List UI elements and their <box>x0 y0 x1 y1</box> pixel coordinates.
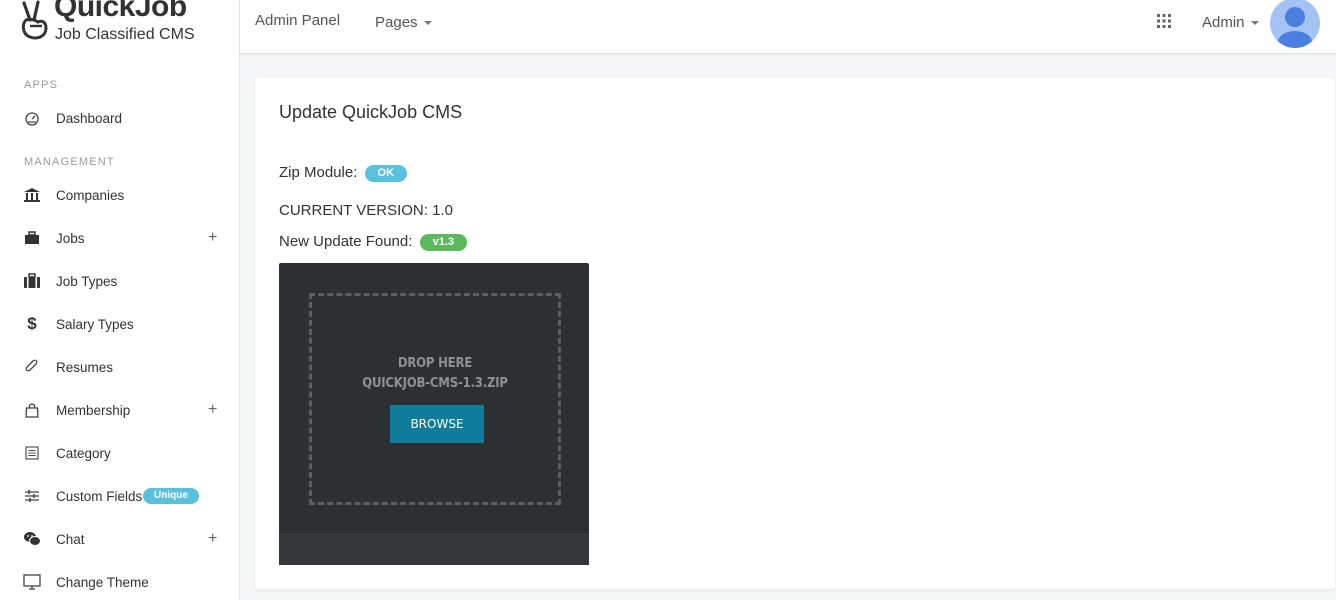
current-version-text: CURRENT VERSION: 1.0 <box>279 202 453 219</box>
new-update-row: New Update Found: v1.3 <box>279 233 468 251</box>
brand-title: QuickJob <box>54 0 187 23</box>
expand-icon[interactable]: + <box>208 402 217 418</box>
sidebar-item-label: Resumes <box>56 359 114 375</box>
expand-icon[interactable]: + <box>208 230 217 246</box>
update-version-badge: v1.3 <box>419 234 468 251</box>
top-navbar: Admin Panel Pages Admin <box>240 0 1336 54</box>
sidebar-item-label: Category <box>56 445 111 461</box>
sidebar-item-label: Jobs <box>56 230 85 246</box>
suitcase-icon <box>22 271 42 291</box>
drop-area[interactable]: DROP HERE QUICKJOB-CMS-1.3.ZIP BROWSE <box>309 293 561 505</box>
upload-dropzone[interactable]: DROP HERE QUICKJOB-CMS-1.3.ZIP BROWSE <box>279 263 589 565</box>
sidebar-item-job-types[interactable]: Job Types <box>0 263 239 299</box>
user-menu[interactable]: Admin <box>1202 14 1259 31</box>
paperclip-icon <box>22 357 42 377</box>
pages-label: Pages <box>375 14 418 31</box>
briefcase-icon <box>22 228 42 248</box>
sidebar-item-membership[interactable]: Membership + <box>0 392 239 428</box>
user-name: Admin <box>1202 14 1245 31</box>
sidebar-item-label: Change Theme <box>56 574 149 590</box>
page-title: Update QuickJob CMS <box>279 102 463 122</box>
sliders-icon <box>22 486 42 506</box>
dollar-icon: $ <box>27 314 37 333</box>
shopping-bag-icon <box>22 400 42 420</box>
list-icon <box>22 443 42 463</box>
section-label-apps: APPS <box>24 79 59 91</box>
brand-logo[interactable]: QuickJob Job Classified CMS <box>18 0 238 50</box>
peace-hand-icon <box>21 0 48 40</box>
sidebar-item-chat[interactable]: Chat + <box>0 521 239 557</box>
sidebar-item-change-theme[interactable]: Change Theme <box>0 564 239 600</box>
browse-button[interactable]: BROWSE <box>390 405 484 443</box>
chevron-down-icon <box>423 21 432 26</box>
zip-module-row: Zip Module: OK <box>279 164 408 182</box>
sidebar-item-dashboard[interactable]: Dashboard <box>0 100 239 136</box>
drop-filename-text: QUICKJOB-CMS-1.3.ZIP <box>362 376 508 391</box>
brand-subtitle: Job Classified CMS <box>55 26 195 43</box>
chevron-down-icon <box>1250 21 1259 26</box>
sidebar-item-label: Companies <box>56 187 125 203</box>
sidebar-item-label: Salary Types <box>56 316 134 332</box>
sidebar-item-category[interactable]: Category <box>0 435 239 471</box>
sidebar-item-resumes[interactable]: Resumes <box>0 349 239 385</box>
sidebar-item-custom-fields[interactable]: Custom Fields Unique <box>0 478 239 514</box>
drop-here-text: DROP HERE <box>397 356 473 371</box>
sidebar-item-salary-types[interactable]: $ Salary Types <box>0 306 239 342</box>
sidebar-item-label: Chat <box>56 531 85 547</box>
sidebar: QuickJob Job Classified CMS APPS Dashboa… <box>0 0 240 600</box>
sidebar-item-label: Dashboard <box>56 110 123 126</box>
zip-module-label: Zip Module: <box>279 164 358 181</box>
dropzone-footer <box>279 534 589 565</box>
apps-grid-icon[interactable] <box>1156 13 1172 29</box>
pages-dropdown[interactable]: Pages <box>375 14 432 31</box>
monitor-icon <box>22 572 42 592</box>
admin-panel-link[interactable]: Admin Panel <box>255 12 340 29</box>
bank-icon <box>22 185 42 205</box>
new-update-label: New Update Found: <box>279 233 413 250</box>
unique-badge: Unique <box>143 488 199 504</box>
update-card: Update QuickJob CMS Zip Module: OK CURRE… <box>255 78 1335 589</box>
sidebar-item-label: Membership <box>56 402 131 418</box>
dashboard-icon <box>22 108 42 128</box>
zip-status-badge: OK <box>364 165 408 182</box>
sidebar-item-label: Custom Fields <box>56 488 143 504</box>
wechat-icon <box>22 529 42 549</box>
section-label-management: MANAGEMENT <box>24 156 115 168</box>
sidebar-item-label: Job Types <box>56 273 118 289</box>
user-avatar-icon[interactable] <box>1270 0 1320 48</box>
sidebar-item-jobs[interactable]: Jobs + <box>0 220 239 256</box>
expand-icon[interactable]: + <box>208 531 217 547</box>
sidebar-item-companies[interactable]: Companies <box>0 177 239 213</box>
